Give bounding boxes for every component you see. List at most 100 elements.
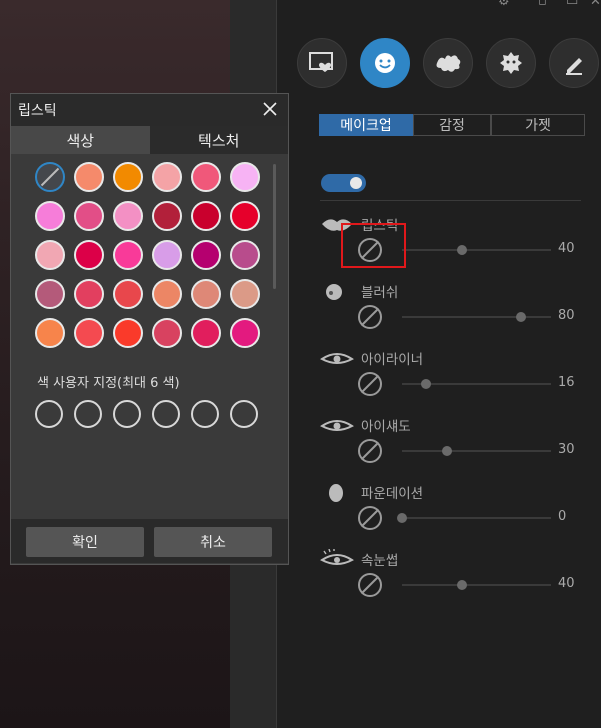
highlight-annotation bbox=[341, 223, 406, 268]
tab-makeup[interactable]: 메이크업 bbox=[319, 114, 413, 136]
color-swatch[interactable] bbox=[74, 162, 104, 192]
close-icon[interactable] bbox=[260, 99, 280, 119]
feature-row: 아이섀도 30 bbox=[320, 415, 582, 475]
feature-label: 아이라이너 bbox=[361, 352, 424, 368]
feature-label: 블러쉬 bbox=[361, 285, 399, 301]
color-swatch[interactable] bbox=[113, 201, 143, 231]
color-swatch[interactable] bbox=[113, 240, 143, 270]
none-color-button[interactable] bbox=[358, 506, 382, 530]
color-swatch[interactable] bbox=[230, 318, 260, 348]
ok-button[interactable]: 확인 bbox=[26, 527, 144, 557]
no-color-swatch[interactable] bbox=[35, 162, 65, 192]
color-swatch[interactable] bbox=[191, 201, 221, 231]
color-swatch[interactable] bbox=[113, 162, 143, 192]
custom-color-slot[interactable] bbox=[74, 400, 102, 428]
intensity-slider-thumb[interactable] bbox=[456, 245, 467, 255]
restore-icon[interactable]: ▭ bbox=[566, 0, 578, 9]
intensity-value: 40 bbox=[558, 241, 575, 256]
section-divider bbox=[320, 200, 581, 201]
eyeliner-icon bbox=[320, 353, 354, 364]
intensity-value: 0 bbox=[558, 509, 567, 524]
eyeshadow-icon bbox=[320, 420, 354, 431]
color-swatch[interactable] bbox=[74, 240, 104, 270]
color-swatch[interactable] bbox=[230, 201, 260, 231]
none-color-button[interactable] bbox=[358, 573, 382, 597]
color-swatch[interactable] bbox=[113, 279, 143, 309]
splash-icon bbox=[436, 55, 461, 72]
mode-monster-button[interactable] bbox=[486, 38, 536, 88]
intensity-slider-track[interactable] bbox=[402, 584, 551, 586]
intensity-value: 40 bbox=[558, 576, 575, 591]
color-swatch[interactable] bbox=[152, 240, 182, 270]
cancel-button[interactable]: 취소 bbox=[154, 527, 272, 557]
intensity-slider-thumb[interactable] bbox=[441, 446, 452, 456]
custom-color-slot[interactable] bbox=[35, 400, 63, 428]
feature-row: 블러쉬 80 bbox=[320, 281, 582, 341]
color-swatch[interactable] bbox=[191, 318, 221, 348]
custom-color-label: 색 사용자 지정(최대 6 색) bbox=[37, 376, 180, 391]
eyelash-icon bbox=[320, 549, 354, 565]
lipstick-color-dialog: 립스틱 색상 텍스처 색 사용자 지정(최대 6 색) 확인 취소 bbox=[10, 93, 289, 565]
toggle-knob bbox=[350, 177, 362, 189]
intensity-slider-thumb[interactable] bbox=[456, 580, 467, 590]
feature-label: 속눈썹 bbox=[361, 553, 399, 569]
dialog-titlebar: 립스틱 bbox=[11, 94, 288, 126]
color-swatch[interactable] bbox=[74, 201, 104, 231]
none-color-button[interactable] bbox=[358, 439, 382, 463]
color-swatch[interactable] bbox=[191, 240, 221, 270]
feature-row: 파운데이션 0 bbox=[320, 482, 582, 542]
intensity-slider-thumb[interactable] bbox=[397, 513, 407, 523]
feature-row: 아이라이너 16 bbox=[320, 348, 582, 408]
intensity-slider-thumb[interactable] bbox=[516, 312, 527, 322]
smile-face-icon bbox=[375, 53, 395, 73]
foundation-icon bbox=[329, 484, 343, 502]
intensity-slider-track[interactable] bbox=[402, 249, 551, 251]
color-swatch[interactable] bbox=[191, 279, 221, 309]
custom-color-slot[interactable] bbox=[230, 400, 258, 428]
mode-face-button[interactable] bbox=[360, 38, 410, 88]
feature-label: 아이섀도 bbox=[361, 419, 411, 435]
intensity-slider-track[interactable] bbox=[402, 316, 551, 318]
none-color-button[interactable] bbox=[358, 305, 382, 329]
color-swatch[interactable] bbox=[35, 279, 65, 309]
color-swatch[interactable] bbox=[230, 240, 260, 270]
makeup-toggle[interactable] bbox=[321, 174, 366, 192]
color-swatch[interactable] bbox=[230, 279, 260, 309]
intensity-slider-track[interactable] bbox=[402, 517, 551, 519]
color-swatch[interactable] bbox=[152, 318, 182, 348]
close-icon[interactable]: ✕ bbox=[590, 0, 601, 9]
tab-gadget[interactable]: 가젯 bbox=[491, 114, 585, 136]
custom-color-slot[interactable] bbox=[152, 400, 180, 428]
color-swatch[interactable] bbox=[152, 162, 182, 192]
color-swatch[interactable] bbox=[74, 318, 104, 348]
window-controls: ⚙ ▫ ▭ ✕ bbox=[498, 0, 601, 10]
custom-color-slot[interactable] bbox=[191, 400, 219, 428]
monster-icon bbox=[500, 52, 522, 74]
color-swatch[interactable] bbox=[191, 162, 221, 192]
color-swatch[interactable] bbox=[230, 162, 260, 192]
color-swatch[interactable] bbox=[113, 318, 143, 348]
custom-color-slot[interactable] bbox=[113, 400, 141, 428]
color-swatch[interactable] bbox=[152, 201, 182, 231]
color-swatch[interactable] bbox=[35, 318, 65, 348]
intensity-value: 80 bbox=[558, 308, 575, 323]
mode-splash-button[interactable] bbox=[423, 38, 473, 88]
color-swatch[interactable] bbox=[35, 240, 65, 270]
tab-texture[interactable]: 텍스처 bbox=[149, 126, 288, 154]
tab-color[interactable]: 색상 bbox=[11, 126, 150, 154]
feature-row: 속눈썹 40 bbox=[320, 549, 582, 609]
intensity-slider-track[interactable] bbox=[402, 450, 551, 452]
none-color-button[interactable] bbox=[358, 372, 382, 396]
face-blush-icon bbox=[326, 284, 342, 300]
mode-frame-button[interactable] bbox=[297, 38, 347, 88]
color-swatch[interactable] bbox=[152, 279, 182, 309]
tab-emotion[interactable]: 감정 bbox=[413, 114, 491, 136]
color-swatch[interactable] bbox=[74, 279, 104, 309]
gear-icon[interactable]: ⚙ bbox=[498, 0, 510, 9]
color-swatch[interactable] bbox=[35, 201, 65, 231]
minimize-icon[interactable]: ▫ bbox=[538, 0, 547, 9]
mode-pen-button[interactable] bbox=[549, 38, 599, 88]
dialog-title: 립스틱 bbox=[18, 103, 57, 119]
intensity-slider-thumb[interactable] bbox=[420, 379, 431, 389]
swatch-scrollbar[interactable] bbox=[273, 164, 276, 289]
